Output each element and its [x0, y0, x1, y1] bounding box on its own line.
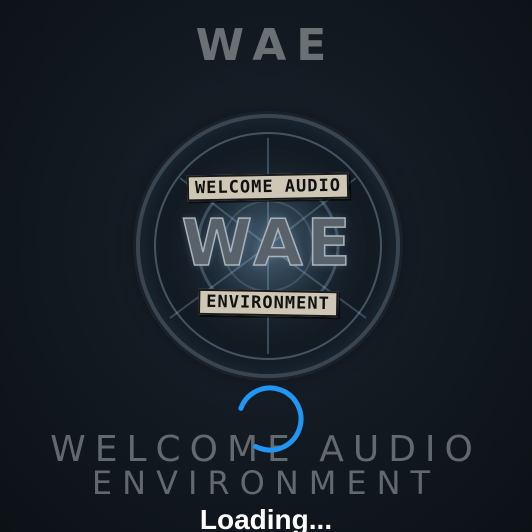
- loading-text: Loading...: [199, 504, 333, 532]
- splash-screen: WAE WELCOME AUDIO WAE ENVIRONMENT WELCOM…: [0, 0, 532, 532]
- loading-spinner-icon: [236, 385, 304, 453]
- tagline-line-2: ENVIRONMENT: [91, 464, 441, 502]
- logo-wordmark: WAE: [181, 206, 355, 282]
- app-title: WAE: [195, 20, 337, 71]
- logo-top-stamp: WELCOME AUDIO: [186, 172, 350, 202]
- app-logo: WELCOME AUDIO WAE ENVIRONMENT: [140, 118, 396, 374]
- logo-bottom-stamp: ENVIRONMENT: [197, 288, 339, 318]
